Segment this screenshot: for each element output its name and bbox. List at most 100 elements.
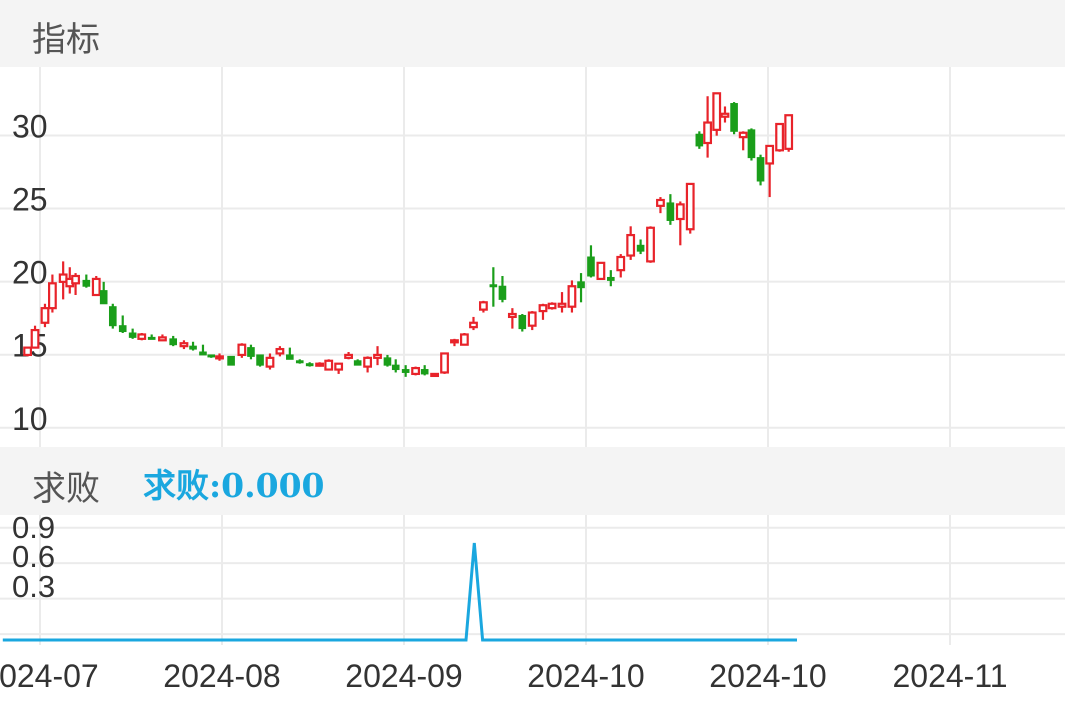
candle	[459, 333, 469, 346]
candle	[373, 346, 382, 366]
candle-body	[147, 336, 156, 340]
candle	[334, 362, 344, 374]
candle	[128, 328, 137, 339]
candle-body	[275, 347, 285, 355]
candle-body	[498, 285, 507, 300]
candle-body	[324, 359, 334, 371]
candle	[527, 311, 537, 331]
candle	[666, 194, 675, 225]
main-y-tick-label: 10	[12, 401, 48, 437]
candle	[137, 333, 147, 341]
candle	[656, 197, 665, 214]
candle-body	[295, 360, 304, 364]
candle-body	[636, 244, 645, 252]
candle-body	[675, 203, 685, 221]
candle	[286, 347, 294, 360]
candle-body	[616, 255, 626, 272]
candle-body	[685, 182, 695, 231]
candle	[207, 354, 216, 358]
candle	[567, 280, 577, 313]
candle	[118, 315, 127, 333]
candle-body	[420, 369, 429, 375]
candle-body	[237, 343, 247, 357]
candle-body	[23, 346, 33, 357]
candle	[91, 276, 101, 297]
x-tick-label: 2024-08	[163, 658, 280, 694]
candle	[179, 340, 189, 350]
candle	[507, 308, 517, 329]
candle	[712, 92, 722, 136]
candle-body	[567, 285, 577, 308]
candle-body	[430, 372, 440, 378]
candle-body	[40, 307, 50, 324]
candle-body	[169, 338, 178, 346]
candle	[587, 245, 595, 278]
candle-body	[108, 306, 117, 327]
candle-body	[765, 144, 775, 165]
candle	[607, 270, 615, 287]
candle-body	[489, 284, 498, 288]
candle	[577, 273, 585, 303]
candle-body	[507, 312, 517, 319]
candle	[199, 344, 207, 356]
candle	[626, 226, 636, 260]
candle	[450, 338, 459, 347]
candle-body	[179, 342, 189, 348]
candle	[295, 359, 304, 364]
candle	[489, 267, 498, 307]
candle	[784, 114, 794, 152]
candle-body	[730, 103, 738, 132]
candle-body	[656, 198, 665, 207]
candle	[775, 122, 784, 152]
candle	[720, 106, 730, 123]
indicator-y-tick-label: 0.3	[12, 569, 55, 604]
stock-chart[interactable]: 10152025300.30.60.92024-072024-082024-09…	[0, 0, 1065, 708]
candle-body	[411, 366, 420, 376]
candle-body	[720, 112, 730, 118]
candle	[498, 276, 507, 303]
candle-body	[747, 129, 756, 159]
candle	[82, 274, 91, 288]
candle-body	[479, 301, 488, 311]
candle-body	[703, 121, 713, 145]
candle	[420, 365, 429, 376]
candle-body	[401, 369, 410, 373]
candle	[363, 356, 373, 373]
candle	[695, 131, 704, 149]
candle-body	[334, 362, 344, 371]
candle	[189, 341, 197, 351]
candle	[430, 372, 440, 378]
candle	[383, 354, 392, 367]
candle-body	[646, 226, 655, 263]
candle-body	[286, 354, 294, 360]
candle-body	[607, 276, 615, 281]
candle	[747, 128, 756, 161]
candle-body	[30, 328, 40, 349]
candle	[469, 316, 478, 331]
candle	[538, 303, 548, 320]
candle	[730, 102, 738, 135]
candle	[646, 226, 655, 263]
candle-body	[265, 356, 275, 368]
candle	[265, 353, 275, 370]
candle-body	[82, 279, 91, 287]
candle	[169, 335, 178, 347]
candle	[616, 254, 626, 278]
candle-body	[363, 356, 373, 368]
candle-body	[199, 351, 207, 356]
candle	[47, 274, 57, 313]
candle	[227, 355, 235, 366]
candle	[99, 281, 108, 305]
candle-body	[189, 345, 197, 350]
x-tick-label: 2024-10	[527, 658, 644, 694]
candle	[547, 302, 557, 310]
candle-body	[71, 274, 80, 285]
candle	[305, 362, 314, 367]
candle-body	[256, 354, 264, 366]
candle-body	[137, 333, 147, 340]
x-tick-label: 2024-11	[892, 658, 1007, 694]
candle-body	[247, 347, 255, 357]
candle	[353, 359, 362, 366]
candle	[256, 354, 264, 367]
candle	[108, 303, 117, 329]
